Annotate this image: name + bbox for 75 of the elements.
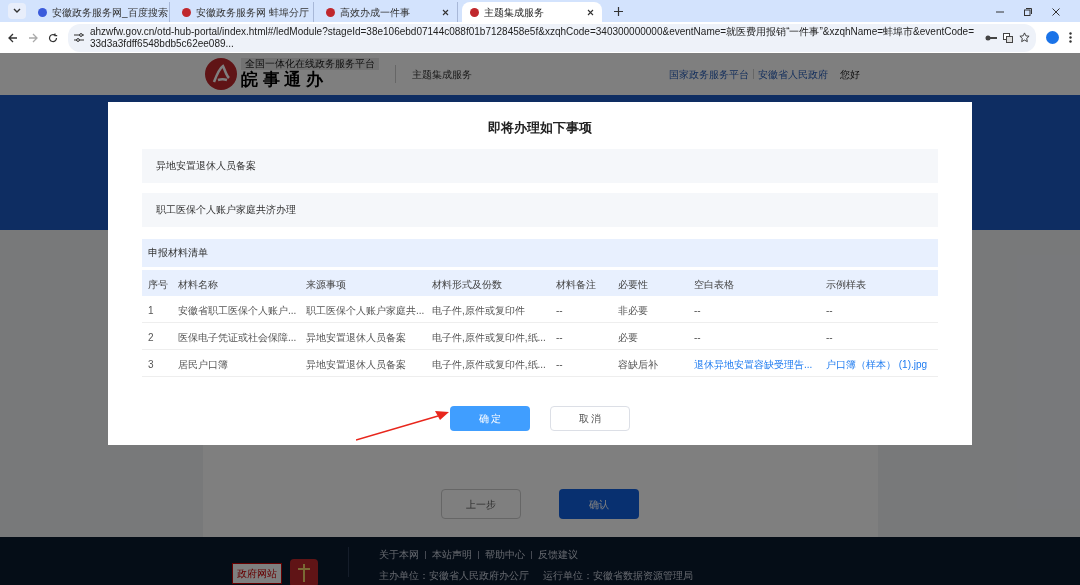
footer-link[interactable]: 本站声明 (432, 547, 472, 562)
browser-tab[interactable]: 主题集成服务 (462, 2, 602, 22)
more-menu-icon[interactable] (1069, 32, 1072, 43)
column-header: 材料形式及份数 (432, 278, 502, 290)
tab-list-icon[interactable] (8, 3, 26, 19)
header-link[interactable]: 安徽省人民政府 (758, 66, 828, 82)
logo-icon (205, 58, 237, 90)
table-cell: -- (826, 331, 833, 343)
table-cell: 必要 (618, 331, 638, 343)
table-cell: -- (826, 304, 833, 316)
table-cell: -- (556, 304, 563, 316)
table-cell: -- (556, 331, 563, 343)
table-cell: 居民户口簿 (178, 358, 228, 370)
table-cell: 异地安置退休人员备案 (306, 331, 406, 343)
close-icon[interactable] (587, 8, 594, 16)
column-header: 来源事项 (306, 278, 346, 290)
site-settings-icon[interactable] (74, 33, 84, 42)
section-title: 主题集成服务 (412, 67, 472, 82)
close-icon[interactable] (1052, 8, 1060, 16)
table-cell: 职工医保个人账户家庭共... (306, 304, 425, 316)
platform-name: 全国一体化在线政务服务平台 (241, 58, 379, 70)
table-cell: 医保电子凭证或社会保障... (178, 331, 297, 343)
address-bar[interactable]: ahzwfw.gov.cn/otd-hub-portal/index.html#/ledModule?stageId=38e106ebd07144c088f01b7128458e5f&xzqhCode=340300000000&eventName=就医费用报销“一件事”&xzqhName=蚌埠市&eventCode=33d3a3fdff6548bdb5c62ee089... (68, 23, 1036, 52)
step-button[interactable]: 确认 (559, 489, 639, 519)
confirm-button[interactable]: 确 定 (450, 405, 530, 431)
close-icon[interactable] (442, 8, 449, 16)
reload-icon[interactable] (48, 32, 58, 43)
table-cell: -- (556, 358, 563, 370)
column-header: 材料名称 (178, 278, 218, 290)
table-cell: 2 (148, 331, 154, 343)
column-header: 空白表格 (694, 278, 734, 290)
table-cell: -- (694, 331, 701, 343)
sponsor-text: 主办单位：安徽省人民政府办公厅 (379, 569, 529, 583)
section-header: 申报材料清单 (142, 238, 938, 267)
logo-icon (326, 7, 335, 17)
profile-avatar[interactable] (1046, 31, 1059, 44)
key-icon[interactable] (985, 33, 997, 42)
column-header: 序号 (148, 278, 168, 290)
footer-link[interactable]: 反馈建议 (538, 547, 578, 562)
brand-name: 皖 事 通 办 (241, 70, 325, 90)
column-header: 必要性 (618, 278, 648, 290)
matter-item: 职工医保个人账户家庭共济办理 (142, 192, 938, 227)
government-site-badge: 政府网站 (232, 562, 282, 584)
table-cell: 异地安置退休人员备案 (306, 358, 406, 370)
footer-link[interactable]: 帮助中心 (485, 547, 525, 562)
restore-icon[interactable] (1024, 8, 1032, 16)
emblem-icon (290, 559, 318, 585)
cancel-button[interactable]: 取 消 (550, 405, 630, 431)
logo-icon (470, 7, 479, 17)
operator-text: 运行单位：安徽省数据资源管理局 (543, 569, 693, 583)
new-tab-icon[interactable] (614, 7, 623, 16)
column-header: 示例样表 (826, 278, 866, 290)
table-cell: 安徽省职工医保个人账户... (178, 304, 297, 316)
file-link[interactable]: 退休异地安置容缺受理告... (694, 358, 813, 370)
minimize-icon[interactable] (996, 8, 1004, 16)
matter-item: 异地安置退休人员备案 (142, 148, 938, 183)
table-cell: -- (694, 304, 701, 316)
table-cell: 电子件,原件或复印件 (432, 304, 525, 316)
back-icon[interactable] (8, 32, 18, 43)
dialog-title: 即将办理如下事项 (487, 119, 593, 137)
table-cell: 1 (148, 304, 154, 316)
table-cell: 电子件,原件或复印件,纸... (432, 358, 546, 370)
header-link[interactable]: 国家政务服务平台 (669, 66, 749, 82)
table-cell: 容缺后补 (618, 358, 658, 370)
table-cell: 非必要 (618, 304, 648, 316)
footer-link[interactable]: 关于本网 (379, 547, 419, 562)
table-cell: 电子件,原件或复印件,纸... (432, 331, 546, 343)
translate-icon[interactable] (1003, 32, 1013, 43)
file-link[interactable]: 户口簿（样本） (1).jpg (826, 358, 928, 370)
table-cell: 3 (148, 358, 154, 370)
greeting-text: 您好 (840, 67, 860, 82)
logo-icon (182, 7, 191, 17)
star-icon[interactable] (1019, 32, 1030, 43)
column-header: 材料备注 (556, 278, 596, 290)
url-text: ahzwfw.gov.cn/otd-hub-portal/index.html#/ledModule?stageId=38e106ebd07144c088f01b7128458e5f&xzqhCode=340300000000&eventName=就医费用报销“一件事”&xzqhName=蚌埠市&eventCode=33d3a3fdff6548bdb5c62ee089... (90, 25, 975, 50)
